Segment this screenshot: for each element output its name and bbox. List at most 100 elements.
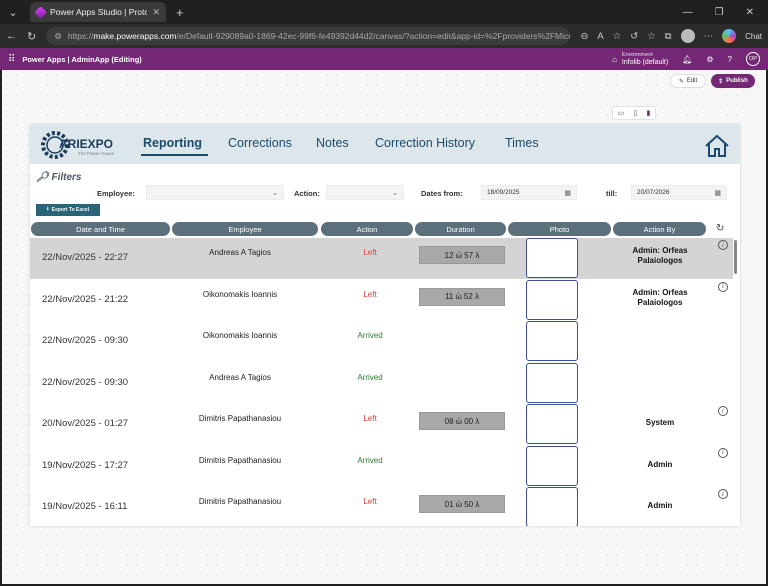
row-photo[interactable] bbox=[526, 321, 578, 361]
date-till-picker[interactable]: 20/07/2026 ▦ bbox=[631, 185, 727, 200]
tab-actions-chevron-icon[interactable]: ⌄ bbox=[0, 0, 26, 24]
environment-picker[interactable]: ⌂ Environment Infolib (default) bbox=[612, 51, 668, 67]
pencil-icon: ✎ bbox=[678, 78, 684, 85]
edit-button[interactable]: ✎ Edit bbox=[670, 74, 706, 88]
ariexpo-logo: ARIEXPO The Power House bbox=[38, 128, 128, 162]
chat-label[interactable]: Chat bbox=[745, 32, 762, 41]
row-photo[interactable] bbox=[526, 238, 578, 278]
row-action: Left bbox=[363, 289, 377, 299]
action-filter-label: Action: bbox=[294, 189, 320, 198]
copilot-icon[interactable] bbox=[722, 29, 737, 43]
row-employee: Andreas A Tagios bbox=[209, 248, 271, 257]
app-launcher-icon[interactable]: ⠿ bbox=[8, 54, 15, 65]
row-action-by: System bbox=[645, 418, 675, 427]
column-header-photo[interactable]: Photo bbox=[508, 222, 611, 236]
tab-correction-history[interactable]: Correction History bbox=[375, 136, 475, 150]
close-tab-icon[interactable]: ✕ bbox=[152, 7, 160, 18]
publish-icon: ⇪ bbox=[718, 78, 724, 85]
row-photo[interactable] bbox=[526, 279, 578, 320]
tablet-preview-icon[interactable]: ▯ bbox=[633, 109, 637, 117]
calendar-icon: ▦ bbox=[714, 189, 721, 197]
table-row[interactable]: 22/Nov/2025 - 09:30 Oikonomakis Ioannis Ar… bbox=[30, 321, 733, 362]
tab-times[interactable]: Times bbox=[505, 136, 539, 150]
row-duration: 12 ώ 57 λ bbox=[419, 246, 505, 264]
favorites-bar-icon[interactable]: ☆ bbox=[647, 31, 656, 42]
table-row[interactable]: 22/Nov/2025 - 22:27 Andreas A Tagios Left 1… bbox=[30, 238, 733, 279]
reload-icon[interactable]: ↻ bbox=[27, 30, 36, 43]
power-apps-logo-icon bbox=[34, 5, 47, 19]
zoom-icon[interactable]: ⊖ bbox=[580, 31, 588, 42]
tab-corrections[interactable]: Corrections bbox=[228, 136, 292, 150]
column-header-duration[interactable]: Duration bbox=[415, 222, 506, 236]
help-icon[interactable]: ? bbox=[728, 55, 732, 64]
row-photo[interactable] bbox=[526, 487, 578, 526]
date-from-picker[interactable]: 18/09/2025 ▦ bbox=[481, 185, 577, 200]
desktop-preview-icon[interactable]: ▭ bbox=[618, 109, 625, 117]
table-row[interactable]: 19/Nov/2025 - 17:27 Dimitris Papathanasio… bbox=[30, 445, 733, 487]
close-window-icon[interactable]: ✕ bbox=[746, 7, 754, 18]
device-preview-toolbar: ▭ ▯ ▮ bbox=[612, 106, 656, 120]
url-input[interactable]: ⚙ https://make.powerapps.com/e/Default-9… bbox=[46, 27, 571, 45]
row-date-time: 22/Nov/2025 - 09:30 bbox=[42, 335, 129, 346]
maximize-icon[interactable]: ❐ bbox=[715, 7, 724, 18]
row-employee: Oikonomakis Ioannis bbox=[202, 331, 278, 340]
row-action: Arrived bbox=[357, 331, 383, 340]
info-icon[interactable]: i bbox=[718, 281, 728, 292]
refresh-sync-icon[interactable]: ↺ bbox=[630, 31, 638, 42]
app-screen: ARIEXPO The Power House Reporting Correc… bbox=[30, 124, 740, 526]
row-action-by: Admin bbox=[647, 459, 673, 469]
favorite-star-icon[interactable]: ☆ bbox=[613, 31, 622, 42]
column-header-employee[interactable]: Employee bbox=[172, 222, 318, 236]
user-avatar[interactable]: OP bbox=[746, 52, 760, 66]
publish-button[interactable]: ⇪ Publish bbox=[711, 74, 755, 88]
back-icon[interactable]: ← bbox=[6, 30, 17, 42]
chevron-down-icon: ⌄ bbox=[392, 189, 398, 197]
row-duration: 11 ώ 52 λ bbox=[419, 287, 505, 306]
notifications-bell-icon[interactable]: 🔔︎ bbox=[682, 55, 692, 64]
dates-from-label: Dates from: bbox=[421, 189, 463, 198]
home-icon[interactable] bbox=[704, 134, 730, 158]
row-action: Left bbox=[363, 414, 377, 423]
new-tab-icon[interactable]: + bbox=[176, 5, 184, 20]
info-icon[interactable]: i bbox=[718, 240, 728, 250]
row-photo[interactable] bbox=[526, 404, 578, 444]
browser-tab-bar: ⌄ Power Apps Studio | Protocol (Ed ✕ + —… bbox=[0, 0, 768, 24]
browser-tab-active[interactable]: Power Apps Studio | Protocol (Ed ✕ bbox=[30, 2, 166, 22]
site-info-icon[interactable]: ⚙ bbox=[54, 31, 62, 42]
column-header-action-by[interactable]: Action By bbox=[613, 222, 706, 236]
info-icon[interactable]: i bbox=[718, 406, 728, 416]
collections-icon[interactable]: ⧉ bbox=[665, 31, 672, 42]
table-row[interactable]: 20/Nov/2025 - 01:27 Dimitris Papathanasio… bbox=[30, 404, 733, 445]
action-filter-dropdown[interactable]: ⌄ bbox=[326, 185, 404, 200]
tab-notes[interactable]: Notes bbox=[316, 136, 349, 150]
minimize-icon[interactable]: — bbox=[683, 7, 693, 18]
row-photo[interactable] bbox=[526, 362, 578, 403]
employee-filter-dropdown[interactable]: ⌄ bbox=[146, 185, 284, 200]
row-action: Left bbox=[363, 248, 377, 257]
table-row[interactable]: 22/Nov/2025 - 21:22 Oikonomakis Ioannis Le… bbox=[30, 279, 733, 321]
row-photo[interactable] bbox=[526, 445, 578, 486]
more-options-icon[interactable]: ⋯ bbox=[704, 31, 714, 42]
phone-preview-icon[interactable]: ▮ bbox=[647, 109, 651, 117]
active-tab-underline bbox=[141, 154, 208, 156]
column-header-action[interactable]: Action bbox=[321, 222, 413, 236]
profile-avatar[interactable] bbox=[680, 29, 695, 43]
table-row[interactable]: 22/Nov/2025 - 09:30 Andreas A Tagios Arriv… bbox=[30, 362, 733, 404]
gallery-scrollbar[interactable] bbox=[734, 240, 737, 274]
row-duration: 01 ώ 50 λ bbox=[419, 495, 505, 513]
settings-gear-icon[interactable]: ⚙ bbox=[706, 55, 713, 64]
info-icon[interactable]: i bbox=[718, 447, 728, 458]
export-to-excel-button[interactable]: ⭳ Export To Excel bbox=[36, 204, 100, 216]
info-icon[interactable]: i bbox=[718, 489, 728, 499]
column-header-date[interactable]: Date and Time bbox=[31, 222, 170, 236]
row-employee: Oikonomakis Ioannis bbox=[202, 289, 278, 299]
row-date-time: 22/Nov/2025 - 21:22 bbox=[42, 293, 129, 305]
table-row[interactable]: 19/Nov/2025 - 16:11 Dimitris Papathanasio… bbox=[30, 487, 733, 526]
date-from-value: 18/09/2025 bbox=[487, 189, 520, 196]
tab-reporting[interactable]: Reporting bbox=[143, 136, 202, 150]
refresh-icon[interactable]: ↻ bbox=[716, 223, 724, 234]
read-aloud-icon[interactable]: A bbox=[597, 31, 603, 42]
row-employee: Dimitris Papathanasiou bbox=[198, 497, 282, 506]
row-employee: Dimitris Papathanasiou bbox=[198, 455, 282, 465]
employee-filter-label: Employee: bbox=[97, 189, 135, 198]
